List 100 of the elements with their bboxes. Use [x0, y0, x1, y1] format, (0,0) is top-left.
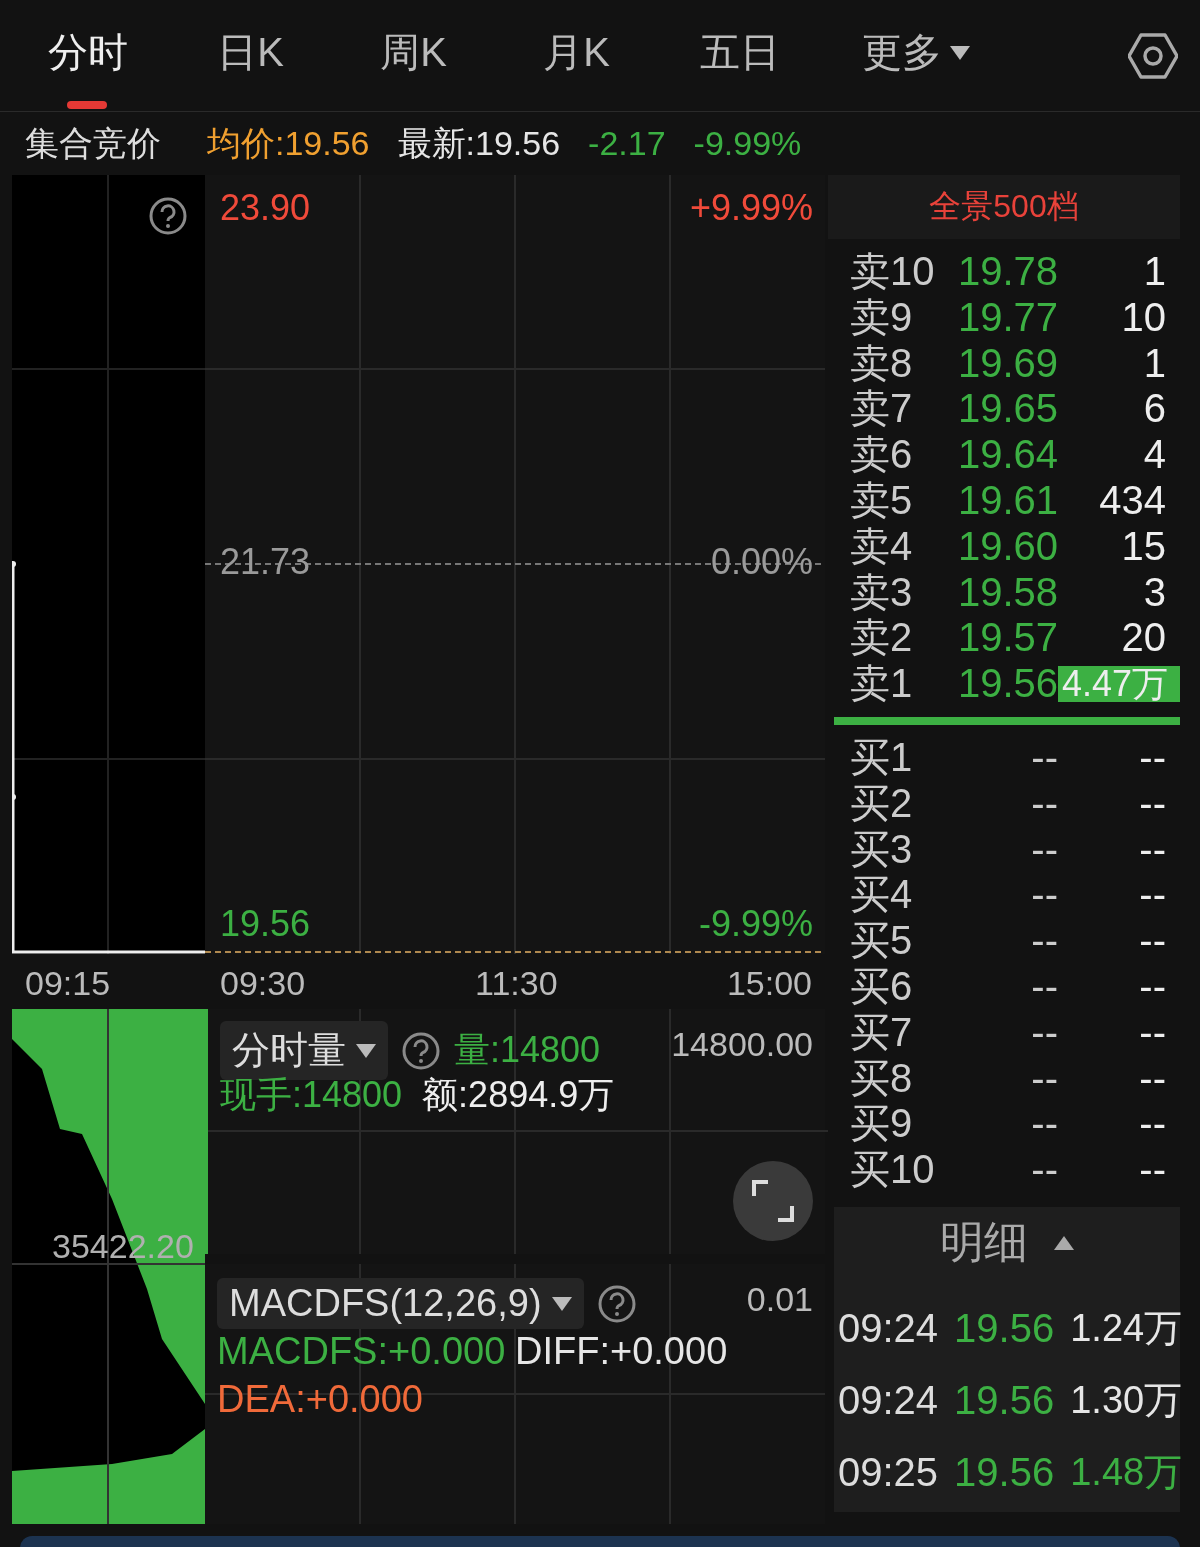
tab[interactable]: 日K	[169, 0, 332, 111]
settings-icon[interactable]	[1128, 32, 1178, 79]
order-volume: --	[1138, 826, 1166, 873]
order-price: 19.77	[956, 294, 1058, 341]
turnover-amount: 额:2894.9万	[422, 1073, 615, 1117]
order-volume: --	[1138, 780, 1166, 827]
trade-volume: 1.48万	[1070, 1450, 1183, 1496]
trade-price: 19.56	[954, 1306, 1055, 1352]
order-level-label: 卖3	[850, 569, 914, 616]
macd-value: DEA:+0.000	[217, 1378, 423, 1421]
help-icon[interactable]	[597, 1284, 636, 1323]
order-price: 19.78	[956, 249, 1058, 295]
order-volume: --	[1138, 1009, 1166, 1056]
caret-icon	[551, 1296, 572, 1311]
order-price: 19.56	[956, 661, 1058, 707]
quote-value: 均价:19.56	[207, 122, 370, 164]
tab[interactable]: 月K	[495, 0, 658, 111]
price-label: 23.90	[220, 187, 311, 229]
volume-value: 量:14800	[454, 1028, 601, 1072]
order-price: 19.60	[956, 523, 1058, 570]
order-volume: --	[1138, 1101, 1166, 1148]
percent-label: -9.99%	[698, 903, 813, 945]
order-volume: 20	[1120, 615, 1166, 662]
order-volume: --	[1138, 872, 1166, 919]
order-volume: 434	[1098, 478, 1166, 524]
order-price: --	[1030, 734, 1058, 781]
tab[interactable]: 更多	[821, 0, 1011, 111]
order-level-label: 买1	[850, 734, 914, 781]
order-level-label: 买7	[850, 1009, 914, 1056]
trade-time: 09:24	[838, 1378, 939, 1424]
order-price: 19.69	[956, 340, 1058, 387]
order-volume: --	[1138, 1147, 1166, 1193]
order-volume: 10	[1120, 294, 1166, 341]
order-volume: 4.47万	[1058, 666, 1181, 703]
caret-icon	[950, 45, 970, 60]
order-volume: --	[1138, 918, 1166, 964]
order-volume: 3	[1142, 569, 1166, 616]
order-level-label: 买8	[850, 1055, 914, 1102]
help-icon[interactable]	[402, 1031, 440, 1070]
price-label: 21.73	[220, 541, 311, 583]
order-level-label: 卖9	[850, 294, 914, 341]
order-level-label: 买9	[850, 1101, 914, 1148]
tab[interactable]: 分时	[6, 0, 169, 111]
volume-max: 14800.00	[671, 1025, 813, 1064]
order-volume: 6	[1142, 386, 1166, 433]
trade-time: 09:25	[838, 1450, 939, 1496]
order-price: --	[1030, 780, 1058, 827]
order-price: --	[1030, 872, 1058, 919]
order-volume: 4	[1142, 432, 1166, 478]
quote-value: -9.99%	[693, 124, 802, 163]
order-level-label: 卖5	[850, 478, 914, 524]
order-level-label: 卖2	[850, 615, 914, 662]
expand-icon	[752, 1180, 794, 1222]
order-level-label: 卖4	[850, 523, 914, 570]
caret-icon[interactable]	[1054, 1235, 1074, 1250]
order-price: 19.58	[956, 569, 1058, 616]
order-price: 19.65	[956, 386, 1058, 433]
order-volume: 1	[1142, 249, 1166, 295]
quote-value: -2.17	[588, 124, 666, 163]
order-price: --	[1030, 826, 1058, 873]
order-level-label: 卖7	[850, 386, 914, 433]
order-level-label: 卖6	[850, 432, 914, 478]
macd-max: 0.01	[746, 1280, 813, 1319]
order-level-label: 买5	[850, 918, 914, 964]
help-icon[interactable]	[149, 197, 187, 235]
trade-price: 19.56	[954, 1450, 1055, 1496]
time-label: 09:15	[25, 964, 111, 1003]
order-price: --	[1030, 1101, 1058, 1148]
order-price: --	[1030, 1147, 1058, 1193]
trade-price: 19.56	[954, 1378, 1055, 1424]
order-level-label: 买2	[850, 780, 914, 827]
price-label: 19.56	[220, 903, 311, 945]
order-volume: --	[1138, 963, 1166, 1010]
tab[interactable]: 五日	[658, 0, 821, 111]
order-level-label: 卖10	[850, 249, 936, 295]
trade-time: 09:24	[838, 1306, 939, 1352]
order-level-label: 买10	[850, 1147, 936, 1193]
order-level-label: 卖1	[850, 661, 914, 707]
percent-label: +9.99%	[689, 187, 813, 229]
indicator-dropdown[interactable]: MACDFS(12,26,9)	[217, 1278, 584, 1329]
auction-status: 集合竞价	[25, 122, 161, 164]
order-price: 19.61	[956, 478, 1058, 524]
time-label: 11:30	[475, 964, 558, 1003]
order-price: --	[1030, 918, 1058, 964]
time-label: 15:00	[726, 964, 812, 1003]
order-price: --	[1030, 1055, 1058, 1102]
order-level-label: 买4	[850, 872, 914, 919]
trade-volume: 1.30万	[1070, 1378, 1183, 1424]
order-volume: 1	[1142, 340, 1166, 387]
order-level-label: 买6	[850, 963, 914, 1010]
macd-value: MACDFS:+0.000	[217, 1330, 506, 1373]
order-volume: 15	[1120, 523, 1166, 570]
order-level-label: 卖8	[850, 340, 914, 387]
caret-icon	[356, 1043, 376, 1058]
order-volume: --	[1138, 734, 1166, 781]
time-label: 09:30	[220, 964, 306, 1003]
order-price: --	[1030, 963, 1058, 1010]
detail-title[interactable]: 明细	[940, 1213, 1028, 1273]
quote-value: 最新:19.56	[397, 122, 561, 164]
tab[interactable]: 周K	[332, 0, 495, 111]
